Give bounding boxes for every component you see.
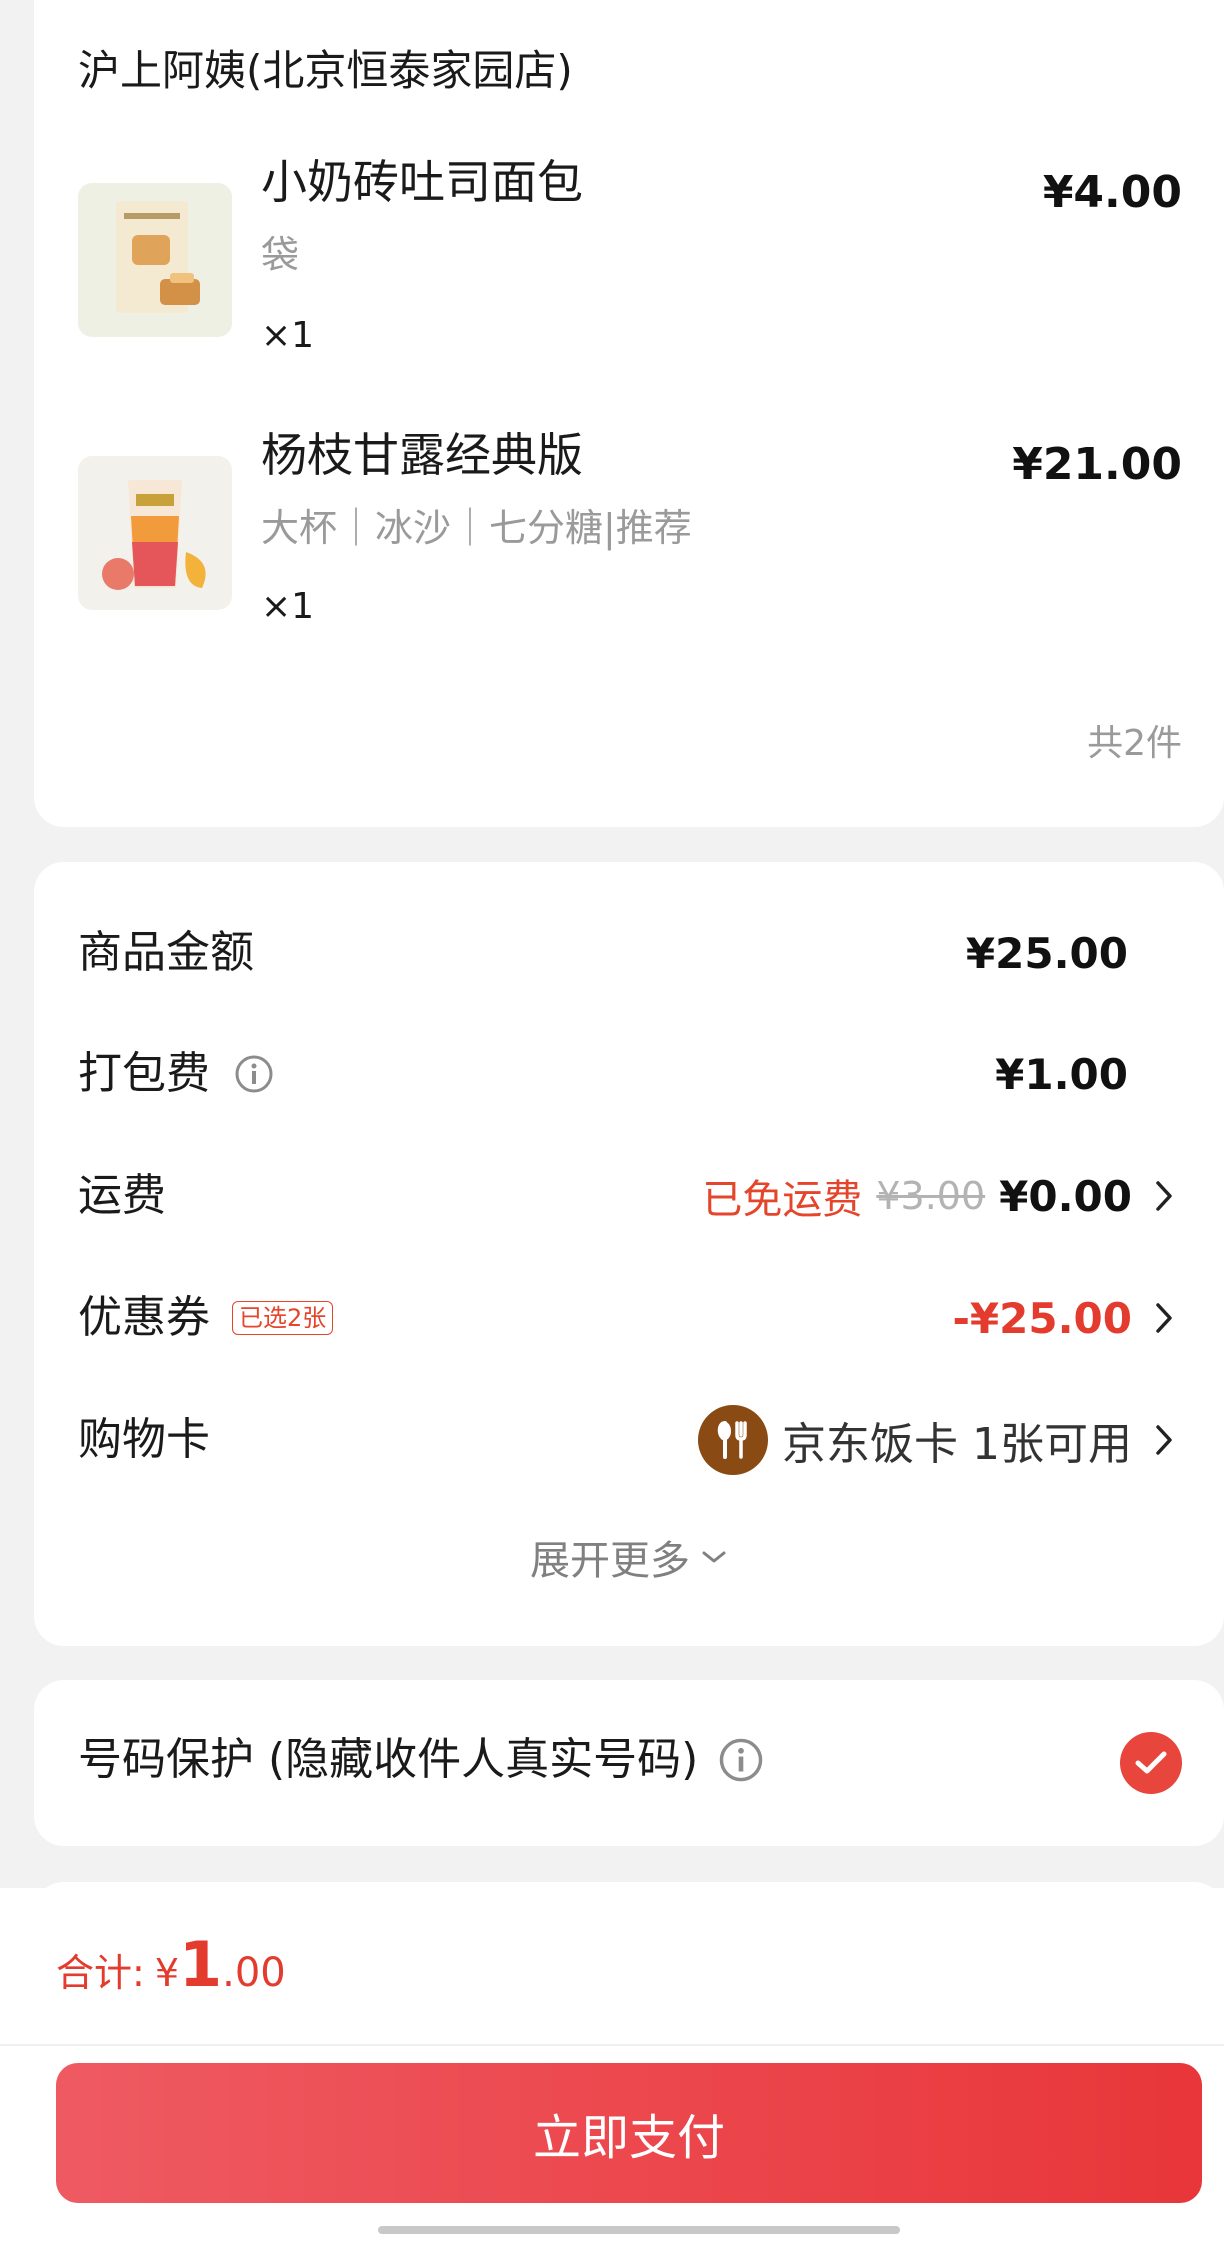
item-price: ¥21.00 <box>1012 439 1182 490</box>
coupon-label: 优惠券 <box>78 1292 210 1343</box>
shopping-card-label: 购物卡 <box>78 1414 210 1465</box>
goods-amount-label: 商品金额 <box>78 927 254 978</box>
coupon-discount-value: -¥25.00 <box>952 1293 1132 1343</box>
coupon-row[interactable]: 优惠券 已选2张 -¥25.00 <box>34 1282 1224 1352</box>
shipping-fee-row[interactable]: 运费 已免运费 ¥3.00 ¥0.00 <box>34 1160 1224 1230</box>
item-title: 小奶砖吐司面包 <box>261 155 583 209</box>
item-count: 共2件 <box>1087 723 1182 764</box>
item-title: 杨枝甘露经典版 <box>261 428 583 482</box>
goods-amount-value: ¥25.00 <box>965 928 1128 978</box>
item-quantity: ×1 <box>261 315 315 356</box>
checkmark-icon <box>1135 1751 1167 1774</box>
number-protection-label: 号码保护 (隐藏收件人真实号码) <box>78 1734 699 1785</box>
order-items-card: 沪上阿姨(北京恒泰家园店) 小奶砖吐司面包 袋 ×1 ¥4.00 杨枝甘露经典版… <box>34 0 1224 827</box>
goods-amount-row: 商品金额 ¥25.00 <box>34 917 1224 987</box>
chevron-right-icon <box>1146 1412 1182 1468</box>
info-icon[interactable] <box>234 1054 274 1094</box>
number-protection-checkbox[interactable] <box>1120 1732 1182 1794</box>
expand-more-label: 展开更多 <box>530 1538 690 1584</box>
shipping-fee-label: 运费 <box>78 1170 166 1221</box>
packing-fee-value: ¥1.00 <box>995 1049 1128 1099</box>
shopping-card-name: 京东饭卡 <box>782 1419 958 1470</box>
shopping-card-available: 1张可用 <box>972 1419 1132 1470</box>
checkout-bar: 合计: ¥ 1 .00 立即支付 <box>0 1888 1224 2244</box>
shipping-fee-value: ¥0.00 <box>999 1171 1132 1221</box>
item-spec: 袋 <box>261 233 300 277</box>
chevron-right-icon <box>1146 1290 1182 1346</box>
total-decimal: .00 <box>222 1950 286 1996</box>
item-thumbnail-mango-drink[interactable] <box>78 456 232 610</box>
chevron-right-icon <box>1146 1168 1182 1224</box>
home-indicator[interactable] <box>378 2226 900 2234</box>
item-thumbnail-toast[interactable] <box>78 183 232 337</box>
total-integer: 1 <box>179 1928 223 2001</box>
coupon-selected-badge: 已选2张 <box>232 1301 334 1335</box>
number-protection-card: 号码保护 (隐藏收件人真实号码) <box>34 1680 1224 1846</box>
shopping-card-row[interactable]: 购物卡 京东饭卡 1张可用 <box>34 1404 1224 1475</box>
original-shipping-fee: ¥3.00 <box>876 1174 986 1218</box>
fee-summary-card: 商品金额 ¥25.00 打包费 ¥1.00 运费 已免运费 ¥3.00 ¥0.0… <box>34 862 1224 1646</box>
item-quantity: ×1 <box>261 586 315 627</box>
packing-fee-row: 打包费 ¥1.00 <box>34 1038 1224 1108</box>
expand-more-button[interactable]: 展开更多 <box>34 1528 1224 1586</box>
item-spec: 大杯｜冰沙｜七分糖|推荐 <box>261 506 692 550</box>
utensils-icon <box>698 1405 768 1475</box>
free-shipping-text: 已免运费 <box>702 1177 863 1223</box>
packing-fee-label: 打包费 <box>78 1048 210 1099</box>
pay-now-button[interactable]: 立即支付 <box>56 2063 1202 2203</box>
total-currency: ¥ <box>154 1951 179 1995</box>
order-total: 合计: ¥ 1 .00 <box>56 1928 286 2001</box>
item-price: ¥4.00 <box>1042 167 1182 218</box>
info-icon[interactable] <box>718 1737 764 1783</box>
chevron-down-icon <box>702 1551 726 1563</box>
divider <box>0 2044 1224 2046</box>
total-label: 合计: <box>56 1951 145 1995</box>
store-name[interactable]: 沪上阿姨(北京恒泰家园店) <box>78 43 573 99</box>
